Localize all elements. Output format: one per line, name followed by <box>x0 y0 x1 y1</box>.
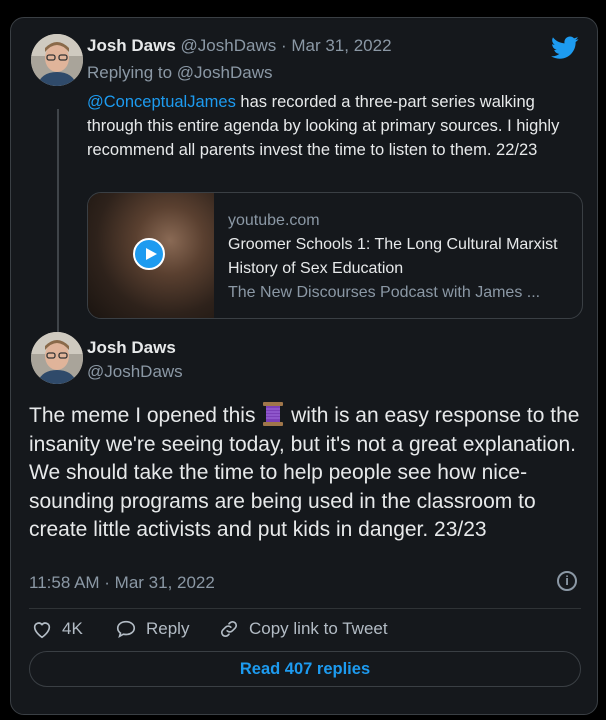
reply-tweet-body: @ConceptualJames has recorded a three-pa… <box>87 90 577 162</box>
avatar-photo <box>31 332 83 384</box>
replying-to-handle[interactable]: @JoshDaws <box>177 63 273 82</box>
reply-bubble-icon <box>116 620 136 639</box>
video-thumbnail <box>88 193 214 318</box>
tweet-text-part-1: The meme I opened this <box>29 404 262 427</box>
divider <box>29 608 581 609</box>
avatar[interactable] <box>31 34 83 86</box>
tweet-embed-card: Josh Daws @JoshDaws · Mar 31, 2022 Reply… <box>10 17 598 715</box>
youtube-link-card[interactable]: youtube.com Groomer Schools 1: The Long … <box>87 192 583 319</box>
like-count: 4K <box>62 619 83 638</box>
reply-label: Reply <box>146 619 190 638</box>
copy-link-label: Copy link to Tweet <box>249 619 388 638</box>
link-chain-icon <box>220 620 238 638</box>
thread-line <box>57 109 59 347</box>
link-domain: youtube.com <box>228 212 320 229</box>
main-tweet-body: The meme I opened this with is an easy r… <box>29 401 584 545</box>
author-handle[interactable]: @JoshDaws <box>87 362 183 382</box>
read-replies-button[interactable]: Read 407 replies <box>29 651 581 687</box>
reply-tweet-header: Josh Daws @JoshDaws · Mar 31, 2022 <box>87 36 392 56</box>
info-icon[interactable]: i <box>557 571 577 591</box>
reply-button[interactable]: Reply <box>115 618 189 640</box>
link-description: The New Discourses Podcast with James ..… <box>228 284 541 301</box>
copy-link-button[interactable]: Copy link to Tweet <box>218 618 388 640</box>
author-name[interactable]: Josh Daws <box>87 338 176 358</box>
twitter-bird-icon[interactable] <box>551 36 579 60</box>
author-name[interactable]: Josh Daws <box>87 36 176 55</box>
like-button[interactable]: 4K <box>31 618 83 640</box>
tweet-date[interactable]: · Mar 31, 2022 <box>281 36 392 55</box>
link-card-text: youtube.com Groomer Schools 1: The Long … <box>228 209 573 305</box>
play-icon[interactable] <box>133 238 165 270</box>
avatar[interactable] <box>31 332 83 384</box>
mention-link[interactable]: @ConceptualJames <box>87 93 236 111</box>
heart-icon <box>33 622 51 639</box>
replying-to-label: Replying to <box>87 63 173 82</box>
author-handle[interactable]: @JoshDaws <box>181 36 277 55</box>
thread-spool-icon <box>263 402 284 426</box>
replying-to: Replying to @JoshDaws <box>87 63 272 83</box>
avatar-photo <box>31 34 83 86</box>
tweet-timestamp[interactable]: 11:58 AM · Mar 31, 2022 <box>29 573 215 593</box>
link-title: Groomer Schools 1: The Long Cultural Mar… <box>228 236 558 277</box>
